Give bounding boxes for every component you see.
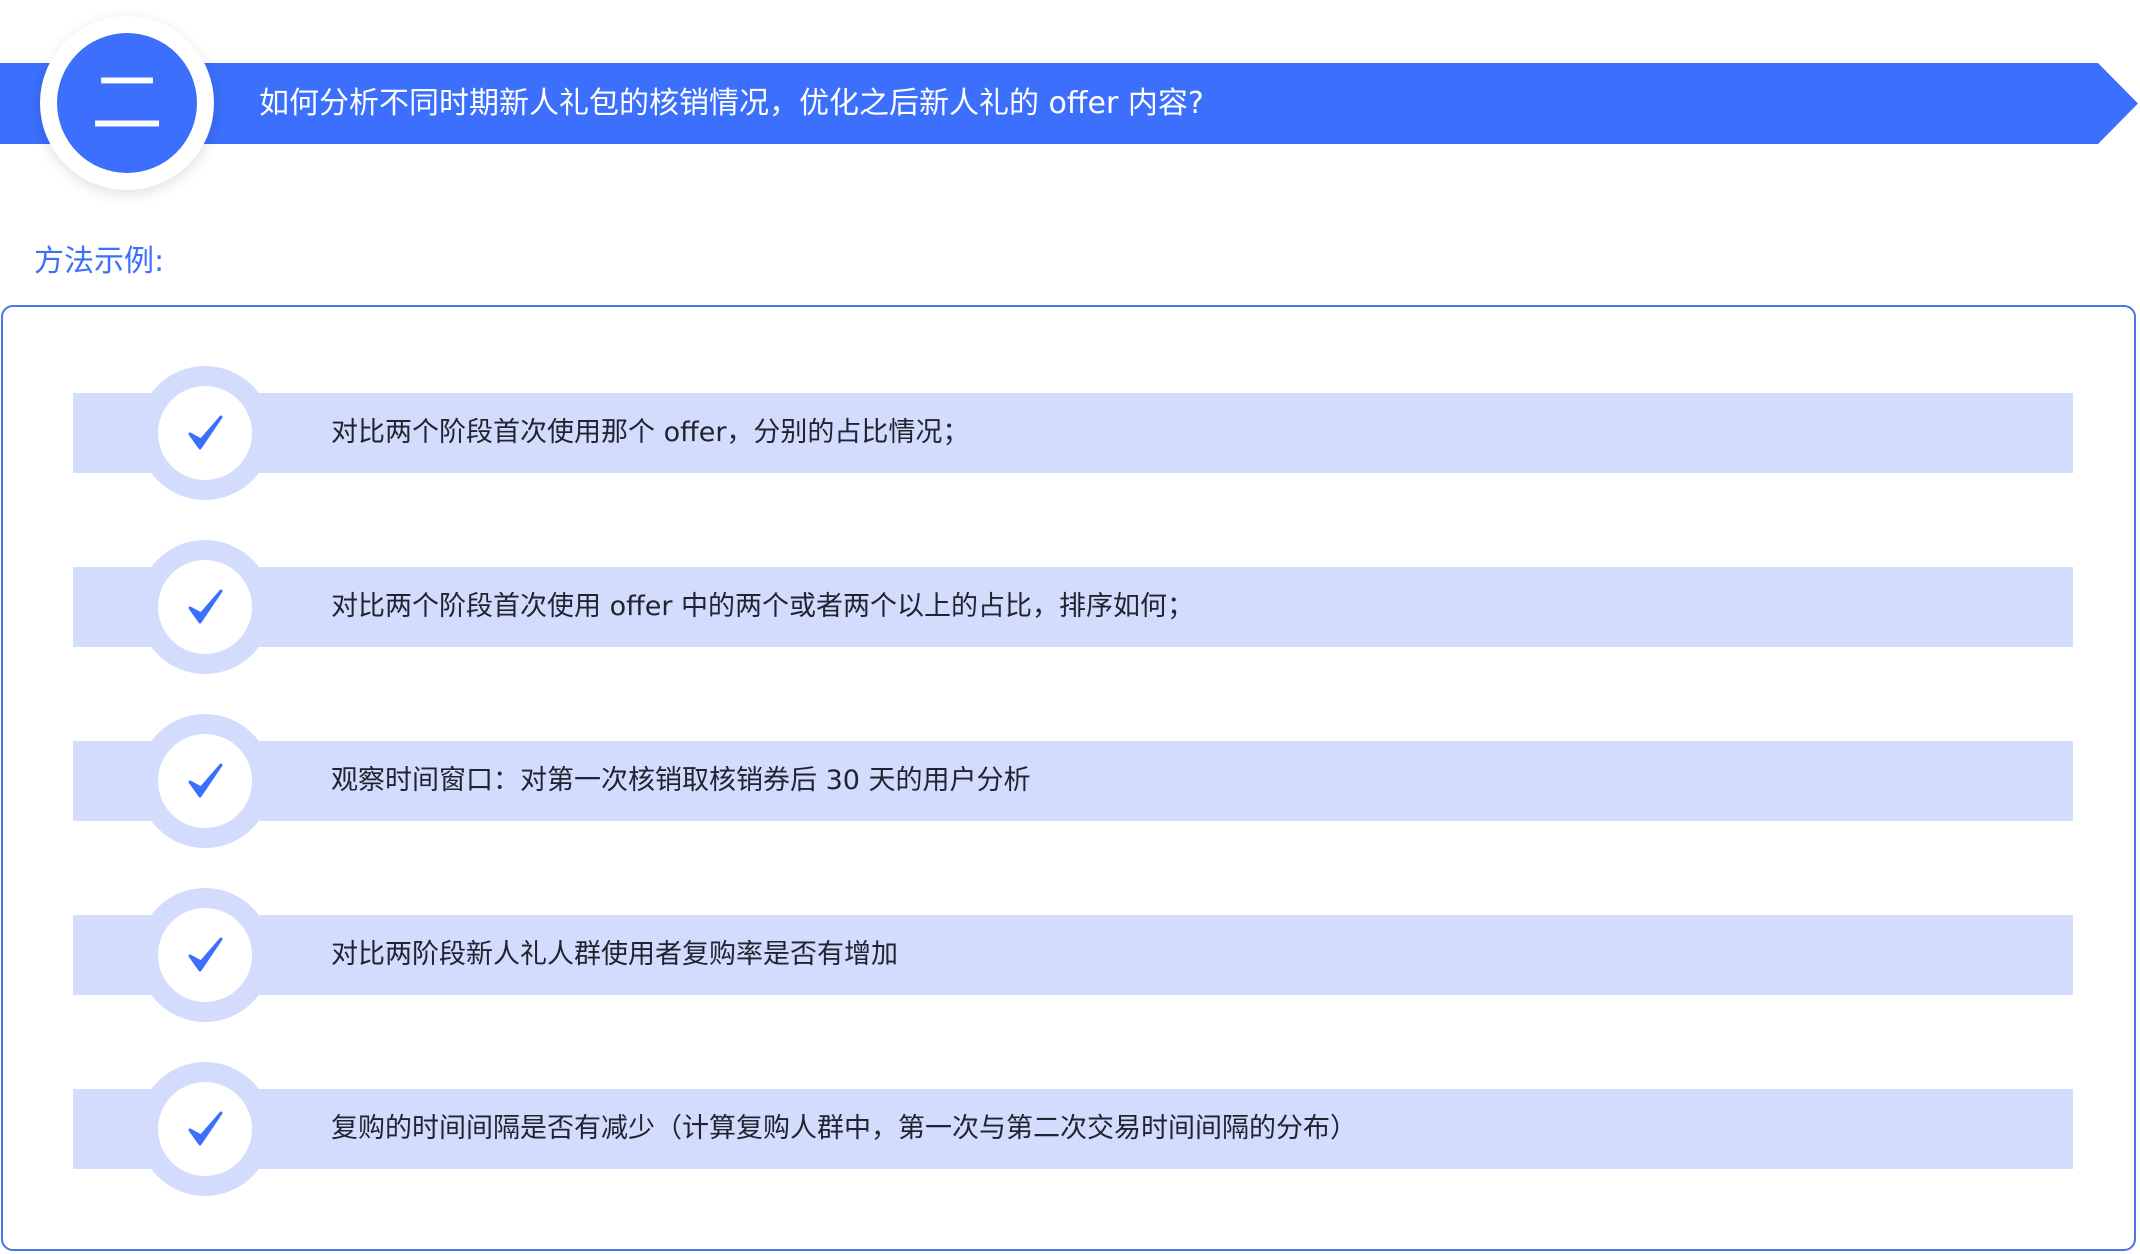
checkmark-badge — [138, 366, 272, 500]
list-item-text: 对比两阶段新人礼人群使用者复购率是否有增加 — [331, 939, 898, 970]
section-number: 二 — [57, 33, 197, 173]
section-label: 方法示例: — [34, 244, 165, 279]
page-title: 如何分析不同时期新人礼包的核销情况，优化之后新人礼的 offer 内容? — [259, 86, 1204, 121]
list-item-text: 对比两个阶段首次使用 offer 中的两个或者两个以上的占比，排序如何； — [331, 591, 1194, 622]
checkmark-icon — [158, 908, 252, 1002]
list-item: 观察时间窗口：对第一次核销取核销券后 30 天的用户分析 — [73, 714, 2073, 848]
checkmark-icon — [158, 386, 252, 480]
checkmark-badge — [138, 1062, 272, 1196]
checkmark-badge — [138, 540, 272, 674]
list-item: 对比两阶段新人礼人群使用者复购率是否有增加 — [73, 888, 2073, 1022]
list-item: 复购的时间间隔是否有减少（计算复购人群中，第一次与第二次交易时间间隔的分布） — [73, 1062, 2073, 1196]
method-examples-panel: 对比两个阶段首次使用那个 offer，分别的占比情况； 对比两个阶段首次使用 o… — [1, 305, 2136, 1251]
section-number-badge: 二 — [40, 16, 214, 190]
list-item-text: 对比两个阶段首次使用那个 offer，分别的占比情况； — [331, 417, 970, 448]
checkmark-icon — [158, 734, 252, 828]
checkmark-badge — [138, 888, 272, 1022]
list-item: 对比两个阶段首次使用 offer 中的两个或者两个以上的占比，排序如何； — [73, 540, 2073, 674]
list-item-text: 复购的时间间隔是否有减少（计算复购人群中，第一次与第二次交易时间间隔的分布） — [331, 1113, 1357, 1144]
list-item: 对比两个阶段首次使用那个 offer，分别的占比情况； — [73, 366, 2073, 500]
list-item-text: 观察时间窗口：对第一次核销取核销券后 30 天的用户分析 — [331, 765, 1031, 796]
checkmark-badge — [138, 714, 272, 848]
checkmark-icon — [158, 1082, 252, 1176]
checkmark-icon — [158, 560, 252, 654]
